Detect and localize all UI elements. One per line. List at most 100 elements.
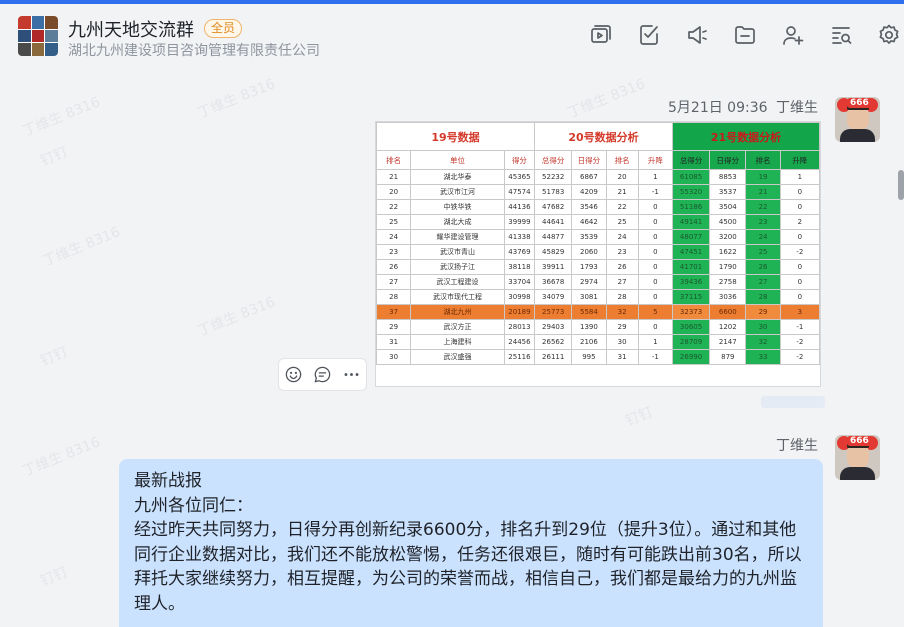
table-cell: 36678 <box>534 274 573 290</box>
sender-avatar[interactable]: 666 <box>835 97 880 142</box>
table-cell: 30605 <box>671 319 711 335</box>
table-cell: 0 <box>779 274 820 290</box>
table-cell: 26 <box>376 259 412 275</box>
table-cell: 武汉市江河 <box>410 184 505 200</box>
message-line: 经过昨天共同努力，日得分再创新纪录6600分，排名升到29位（提升3位）。通过和… <box>134 520 802 614</box>
task-check-icon[interactable] <box>633 18 664 52</box>
table-cell: 28013 <box>503 319 536 335</box>
more-options-icon[interactable] <box>340 363 364 387</box>
add-member-icon[interactable] <box>777 18 808 52</box>
table-cell: -2 <box>779 334 820 350</box>
table-cell: 879 <box>709 349 747 365</box>
table-cell: -1 <box>779 319 820 335</box>
table-cell: 41701 <box>671 259 711 275</box>
folder-icon[interactable] <box>729 18 760 52</box>
video-meeting-icon[interactable] <box>585 18 616 52</box>
table-cell: 25 <box>376 214 412 230</box>
header-toolbar <box>568 18 904 52</box>
table-cell: 湖北大成 <box>410 214 505 230</box>
table-cell: 29403 <box>534 319 573 335</box>
table-cell: 32373 <box>671 304 711 320</box>
table-cell: 26990 <box>671 349 711 365</box>
sender-avatar[interactable]: 666 <box>835 435 880 480</box>
text-message-bubble[interactable]: 最新战报 九州各位同仁： 经过昨天共同努力，日得分再创新纪录6600分，排名升到… <box>119 459 823 627</box>
sender-name[interactable]: 丁维生 <box>776 435 818 455</box>
table-cell: 武汉方正 <box>410 319 505 335</box>
table-cell: 1 <box>779 169 820 185</box>
table-cell: 25 <box>745 244 781 260</box>
search-history-icon[interactable] <box>825 18 856 52</box>
group-avatar[interactable] <box>18 16 58 56</box>
table-cell: 39911 <box>534 259 573 275</box>
table-header-row: 排名 单位 得分 总得分 日得分 排名 升降 总得分 日得分 排名 升降 <box>376 150 820 170</box>
table-cell: 34079 <box>534 289 573 305</box>
group-title[interactable]: 九州天地交流群 <box>68 16 194 42</box>
table-cell: 26562 <box>534 334 573 350</box>
table-cell: 20 <box>605 169 639 185</box>
announcement-icon[interactable] <box>681 18 712 52</box>
table-cell: 0 <box>637 229 673 245</box>
watermark: 钉钉 <box>38 344 71 370</box>
table-cell: 25773 <box>534 304 573 320</box>
table-cell: 33704 <box>503 274 536 290</box>
emoji-reaction-icon[interactable] <box>282 363 306 387</box>
reply-icon[interactable] <box>311 363 335 387</box>
table-cell: 52232 <box>534 169 573 185</box>
table-row: 28 武汉市现代工程 30998 34079 3081 28 0 37115 3036 28 0 <box>376 289 820 305</box>
table-cell: 47451 <box>671 244 711 260</box>
settings-icon[interactable] <box>873 18 904 52</box>
column-header: 升降 <box>637 150 673 170</box>
table-cell: 耀华建设管理 <box>410 229 505 245</box>
table-cell: 19 <box>745 169 781 185</box>
group-subtitle: 湖北九州建设项目咨询管理有限责任公司 <box>68 43 320 59</box>
table-cell: 武汉市现代工程 <box>410 289 505 305</box>
table-cell: 3537 <box>709 184 747 200</box>
table-cell: 3 <box>779 304 820 320</box>
watermark: 丁维生 8316 <box>195 294 278 340</box>
table-row: 22 中铁华铁 44136 47682 3546 22 0 51186 3504 22 0 <box>376 199 820 215</box>
table-cell: 28 <box>376 289 412 305</box>
table-row: 30 武汉盛强 25116 26111 995 31 -1 26990 879 33 -2 <box>376 349 820 365</box>
table-cell: 6600 <box>709 304 747 320</box>
table-cell: 51186 <box>671 199 711 215</box>
table-cell: 27 <box>605 274 639 290</box>
table-cell: 44877 <box>534 229 573 245</box>
table-cell: 1390 <box>571 319 607 335</box>
table-cell: 0 <box>637 319 673 335</box>
table-cell: 武汉市青山 <box>410 244 505 260</box>
sender-name[interactable]: 丁维生 <box>776 97 818 117</box>
table-cell: 21 <box>605 184 639 200</box>
table-cell: 24 <box>376 229 412 245</box>
section-title: 21号数据分析 <box>671 122 820 151</box>
scrollbar[interactable] <box>898 170 904 200</box>
table-cell: 4500 <box>709 214 747 230</box>
message-actions <box>278 358 367 391</box>
table-cell: 1 <box>637 169 673 185</box>
section-title: 20号数据分析 <box>534 122 673 151</box>
table-cell: 48077 <box>671 229 711 245</box>
image-message[interactable]: 19号数据 20号数据分析 21号数据分析 排名 单位 得分 总得分 日得分 排名 升降 总得分 日得… <box>375 121 821 387</box>
table-cell: 32 <box>745 334 781 350</box>
read-status-indicator[interactable] <box>761 396 825 408</box>
table-cell: 1 <box>637 334 673 350</box>
table-cell: 23 <box>605 244 639 260</box>
table-cell: 29 <box>605 319 639 335</box>
column-header: 排名 <box>745 150 781 170</box>
member-badge: 全员 <box>204 19 243 38</box>
table-cell: 0 <box>637 274 673 290</box>
table-cell: 0 <box>637 214 673 230</box>
table-cell: 45829 <box>534 244 573 260</box>
table-cell: 24456 <box>503 334 536 350</box>
score-table: 19号数据 20号数据分析 21号数据分析 排名 单位 得分 总得分 日得分 排名 升降 总得分 日得… <box>376 122 820 365</box>
watermark: 丁维生 8316 <box>20 434 103 480</box>
table-cell: 27 <box>376 274 412 290</box>
table-cell: 44136 <box>503 199 536 215</box>
watermark: 丁维生 8316 <box>20 94 103 140</box>
message-list[interactable]: 丁维生 8316 钉钉 丁维生 8316 丁维生 8316 丁维生 8316 丁… <box>0 66 904 627</box>
watermark: 丁维生 8316 <box>195 76 278 122</box>
table-cell: 3504 <box>709 199 747 215</box>
table-cell: 武汉扬子江 <box>410 259 505 275</box>
column-header: 日得分 <box>709 150 747 170</box>
column-header: 排名 <box>376 150 412 170</box>
table-cell: 39436 <box>671 274 711 290</box>
